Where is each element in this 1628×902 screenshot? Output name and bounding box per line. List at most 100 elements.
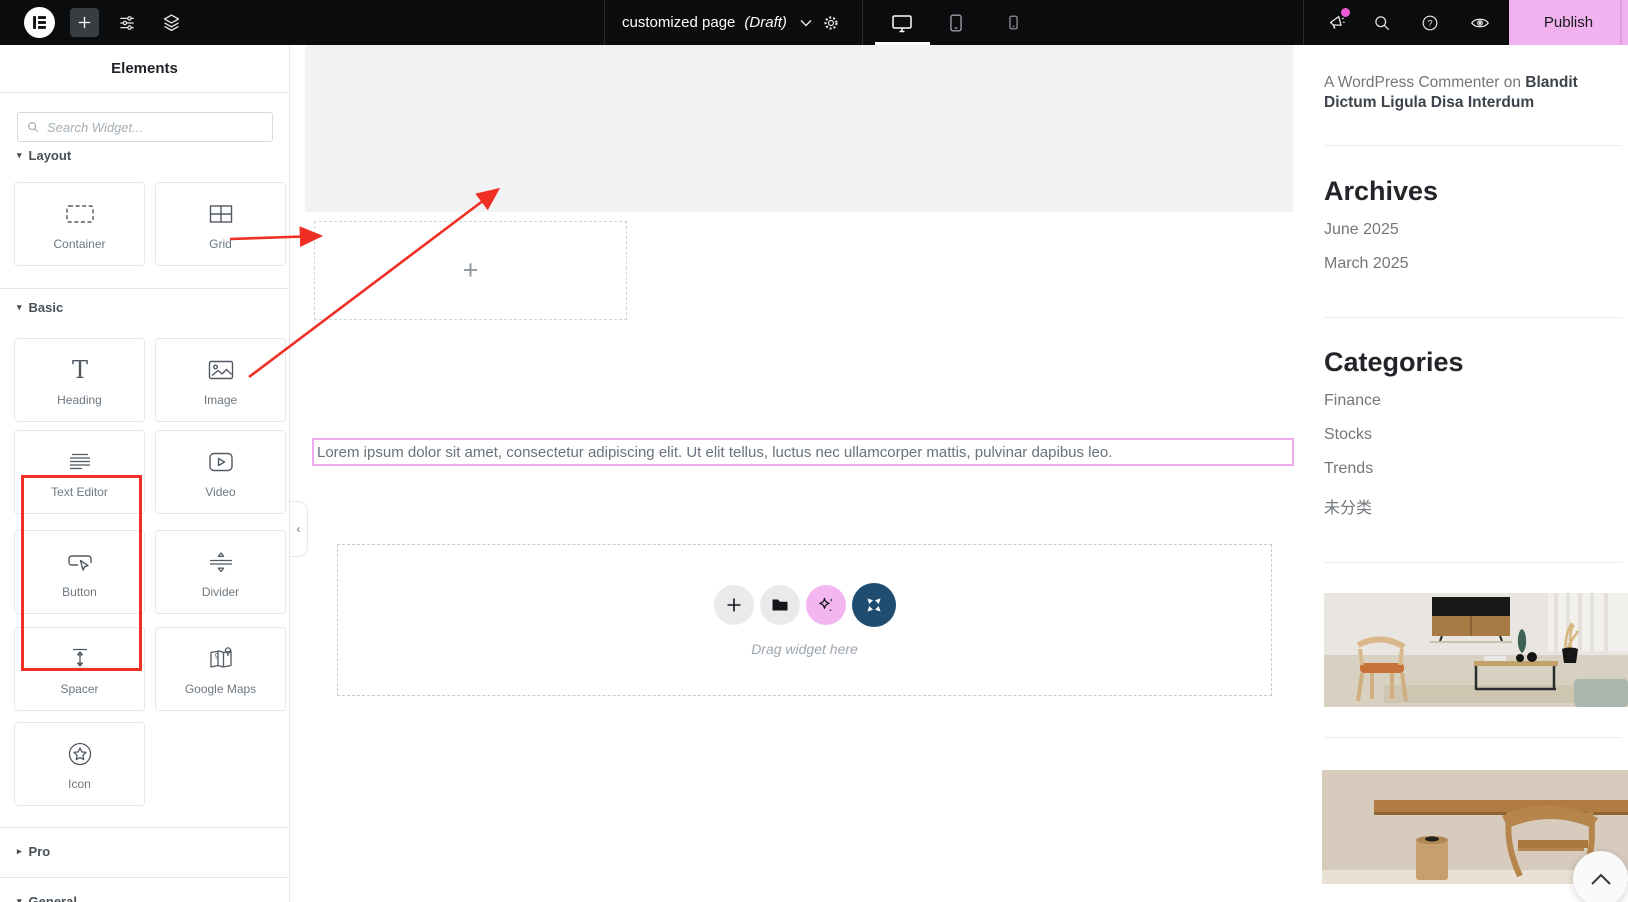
desktop-icon bbox=[890, 11, 914, 35]
document-switcher[interactable]: customized page (Draft) bbox=[622, 0, 812, 45]
heading-icon: T bbox=[67, 354, 93, 386]
widget-label: Divider bbox=[202, 585, 239, 599]
caret-down-icon: ▾ bbox=[17, 150, 22, 161]
text-editor-content: Lorem ipsum dolor sit amet, consectetur … bbox=[317, 444, 1112, 461]
widget-label: Text Editor bbox=[51, 485, 108, 499]
sidebar-divider bbox=[1324, 737, 1622, 738]
widget-label: Icon bbox=[68, 777, 91, 791]
eye-icon bbox=[1469, 12, 1491, 34]
search-input[interactable] bbox=[47, 120, 264, 135]
panel-title: Elements bbox=[111, 60, 178, 77]
widget-card-button[interactable]: Button bbox=[14, 530, 145, 614]
widget-label: Heading bbox=[57, 393, 102, 407]
drop-area-section[interactable]: Drag widget here bbox=[337, 544, 1272, 696]
add-template-button[interactable] bbox=[760, 585, 800, 625]
search-icon bbox=[26, 120, 40, 134]
ai-builder-button[interactable] bbox=[806, 585, 846, 625]
widget-label: Google Maps bbox=[185, 682, 256, 696]
categories-widget: Categories Finance Stocks Trends 未分类 bbox=[1324, 347, 1624, 518]
category-link-finance[interactable]: Finance bbox=[1324, 392, 1624, 410]
widget-card-icon[interactable]: Icon bbox=[14, 722, 145, 806]
preview-button[interactable] bbox=[1469, 0, 1491, 45]
add-section-button[interactable] bbox=[714, 585, 754, 625]
elementor-logo-icon bbox=[31, 14, 48, 31]
device-mobile-button[interactable] bbox=[995, 0, 1031, 45]
widget-card-divider[interactable]: Divider bbox=[155, 530, 286, 614]
folder-icon bbox=[771, 597, 789, 613]
spacer-icon bbox=[67, 643, 93, 675]
page-status: (Draft) bbox=[744, 14, 787, 31]
mobile-icon bbox=[1004, 13, 1023, 32]
widget-label: Container bbox=[53, 237, 105, 251]
widget-card-google-maps[interactable]: g Google Maps bbox=[155, 627, 286, 711]
device-tablet-button[interactable] bbox=[938, 0, 974, 45]
widget-card-text-editor[interactable]: Text Editor bbox=[14, 430, 145, 514]
scroll-to-top-button[interactable] bbox=[1573, 851, 1628, 902]
structure-button[interactable] bbox=[161, 0, 182, 45]
archive-link-march-2025[interactable]: March 2025 bbox=[1324, 255, 1624, 273]
sliders-icon bbox=[117, 13, 137, 33]
widget-card-container[interactable]: Container bbox=[14, 182, 145, 266]
widget-label: Image bbox=[204, 393, 237, 407]
comment-connector: on bbox=[1499, 74, 1525, 91]
panel-collapse-tab[interactable]: ‹ bbox=[290, 501, 308, 557]
grid-icon bbox=[208, 198, 234, 230]
whats-new-button[interactable] bbox=[1325, 0, 1347, 45]
section-label: Basic bbox=[29, 300, 64, 315]
section-header-basic[interactable]: ▾ Basic bbox=[17, 300, 63, 315]
widget-label: Grid bbox=[209, 237, 232, 251]
widget-card-spacer[interactable]: Spacer bbox=[14, 627, 145, 711]
device-desktop-button[interactable] bbox=[884, 0, 920, 45]
add-widget-plus: + bbox=[463, 257, 479, 284]
section-header-general[interactable]: ▾ General bbox=[17, 894, 77, 902]
widget-card-image[interactable]: Image bbox=[155, 338, 286, 422]
google-maps-icon: g bbox=[207, 643, 235, 675]
widget-search[interactable] bbox=[17, 112, 273, 142]
category-link-stocks[interactable]: Stocks bbox=[1324, 426, 1624, 444]
publish-button[interactable]: Publish bbox=[1509, 0, 1628, 45]
section-header-layout[interactable]: ▾ Layout bbox=[17, 148, 71, 163]
widget-card-grid[interactable]: Grid bbox=[155, 182, 286, 266]
finder-search-button[interactable] bbox=[1372, 0, 1392, 45]
section-divider bbox=[0, 877, 290, 878]
page-title: customized page bbox=[622, 14, 735, 31]
active-device-underline bbox=[875, 42, 930, 45]
widget-label: Spacer bbox=[60, 682, 98, 696]
gear-icon bbox=[821, 13, 841, 33]
plus-icon bbox=[76, 14, 93, 31]
sparkles-icon bbox=[816, 595, 836, 615]
widget-label: Video bbox=[205, 485, 235, 499]
widget-card-video[interactable]: Video bbox=[155, 430, 286, 514]
caret-down-icon: ▾ bbox=[17, 896, 22, 902]
category-link-trends[interactable]: Trends bbox=[1324, 460, 1624, 478]
svg-text:T: T bbox=[71, 356, 87, 384]
add-widget-actions bbox=[714, 583, 896, 627]
section-header-pro[interactable]: ▸ Pro bbox=[17, 844, 50, 859]
sidebar-divider bbox=[1324, 317, 1622, 318]
widget-card-heading[interactable]: T Heading bbox=[14, 338, 145, 422]
elementor-menu-button[interactable] bbox=[24, 7, 55, 38]
widgets-panel: Elements ▾ Layout Container Grid bbox=[0, 45, 290, 902]
plus-icon bbox=[726, 597, 742, 613]
category-link-uncategorized[interactable]: 未分类 bbox=[1324, 494, 1624, 518]
topbar-divider bbox=[862, 0, 863, 45]
add-element-button[interactable] bbox=[70, 8, 99, 37]
caret-down-icon: ▾ bbox=[17, 302, 22, 313]
text-editor-widget-selected[interactable]: Lorem ipsum dolor sit amet, consectetur … bbox=[312, 438, 1294, 466]
comment-author-link[interactable]: A WordPress Commenter bbox=[1324, 74, 1499, 91]
elementor-editor: customized page (Draft) bbox=[0, 0, 1628, 902]
elementor-ai-button[interactable] bbox=[852, 583, 896, 627]
tablet-icon bbox=[945, 12, 967, 34]
page-settings-button[interactable] bbox=[821, 0, 841, 45]
recent-comment: A WordPress Commenter on Blandit Dictum … bbox=[1324, 73, 1626, 113]
archive-link-june-2025[interactable]: June 2025 bbox=[1324, 221, 1624, 239]
empty-container-widget[interactable]: + bbox=[314, 221, 627, 320]
archives-widget: Archives June 2025 March 2025 bbox=[1324, 176, 1624, 273]
section-label: Layout bbox=[29, 148, 72, 163]
help-button[interactable]: ? bbox=[1420, 0, 1440, 45]
image-icon bbox=[207, 354, 235, 386]
button-cursor-icon bbox=[66, 546, 94, 578]
site-settings-button[interactable] bbox=[117, 0, 137, 45]
hero-section[interactable] bbox=[305, 45, 1293, 212]
panel-header: Elements bbox=[0, 45, 289, 93]
